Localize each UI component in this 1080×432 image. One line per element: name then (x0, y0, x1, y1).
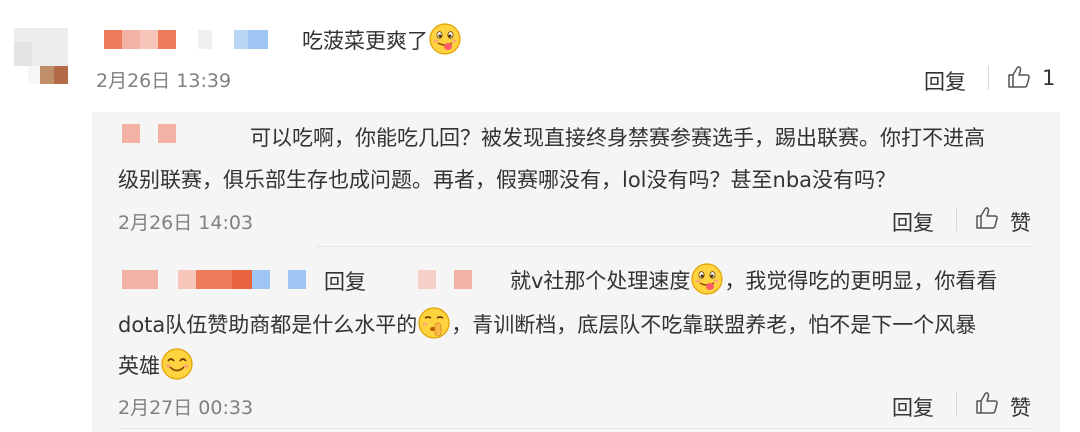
action-separator (956, 392, 957, 416)
reply-divider (316, 246, 1032, 247)
comment-text: 吃菠菜更爽了 (302, 23, 462, 56)
reply-button[interactable]: 回复 (924, 66, 966, 96)
reply-1-text-line2: 级别联赛，俱乐部生存也成问题。再者，假赛哪没有，lol没有吗？甚至nba没有吗？ (118, 168, 897, 192)
tongue-emoji (429, 23, 461, 55)
action-separator (988, 66, 989, 90)
action-separator (956, 207, 957, 231)
reply-2-like-label[interactable]: 赞 (1010, 392, 1031, 422)
like-count: 1 (1042, 66, 1056, 90)
thumbs-up-icon[interactable] (974, 205, 1000, 231)
shush-emoji (418, 307, 450, 339)
thumbs-up-icon[interactable] (974, 390, 1000, 416)
reply-2-text-line1: 就v社那个处理速度 ，我觉得吃的更明显，你看看 (510, 263, 997, 296)
thumbs-up-icon[interactable] (1006, 64, 1032, 90)
reply-2-time: 2月27日 00:33 (118, 397, 254, 419)
tongue-emoji (691, 263, 724, 295)
avatar[interactable] (14, 28, 68, 88)
reply-divider (118, 428, 1032, 429)
reply-1-reply-button[interactable]: 回复 (892, 207, 934, 237)
reply-1-text-line1: 可以吃啊，你能吃几回？被发现直接终身禁赛参赛选手，踢出联赛。你打不进高 (250, 126, 985, 150)
smile-emoji (161, 348, 193, 380)
reply-2-reply-button[interactable]: 回复 (892, 392, 934, 422)
reply-2-text-line3: 英雄 (118, 348, 194, 381)
reply-1-time: 2月26日 14:03 (118, 212, 254, 234)
comment-time: 2月26日 13:39 (96, 70, 232, 92)
reply-2-text-line2: dota队伍赞助商都是什么水平的 ，青训断档，底层队不吃靠联盟养老，怕不是下一个… (118, 307, 976, 340)
reply-2-prefix: 回复 (324, 270, 366, 294)
reply-1-like-label[interactable]: 赞 (1010, 207, 1031, 237)
